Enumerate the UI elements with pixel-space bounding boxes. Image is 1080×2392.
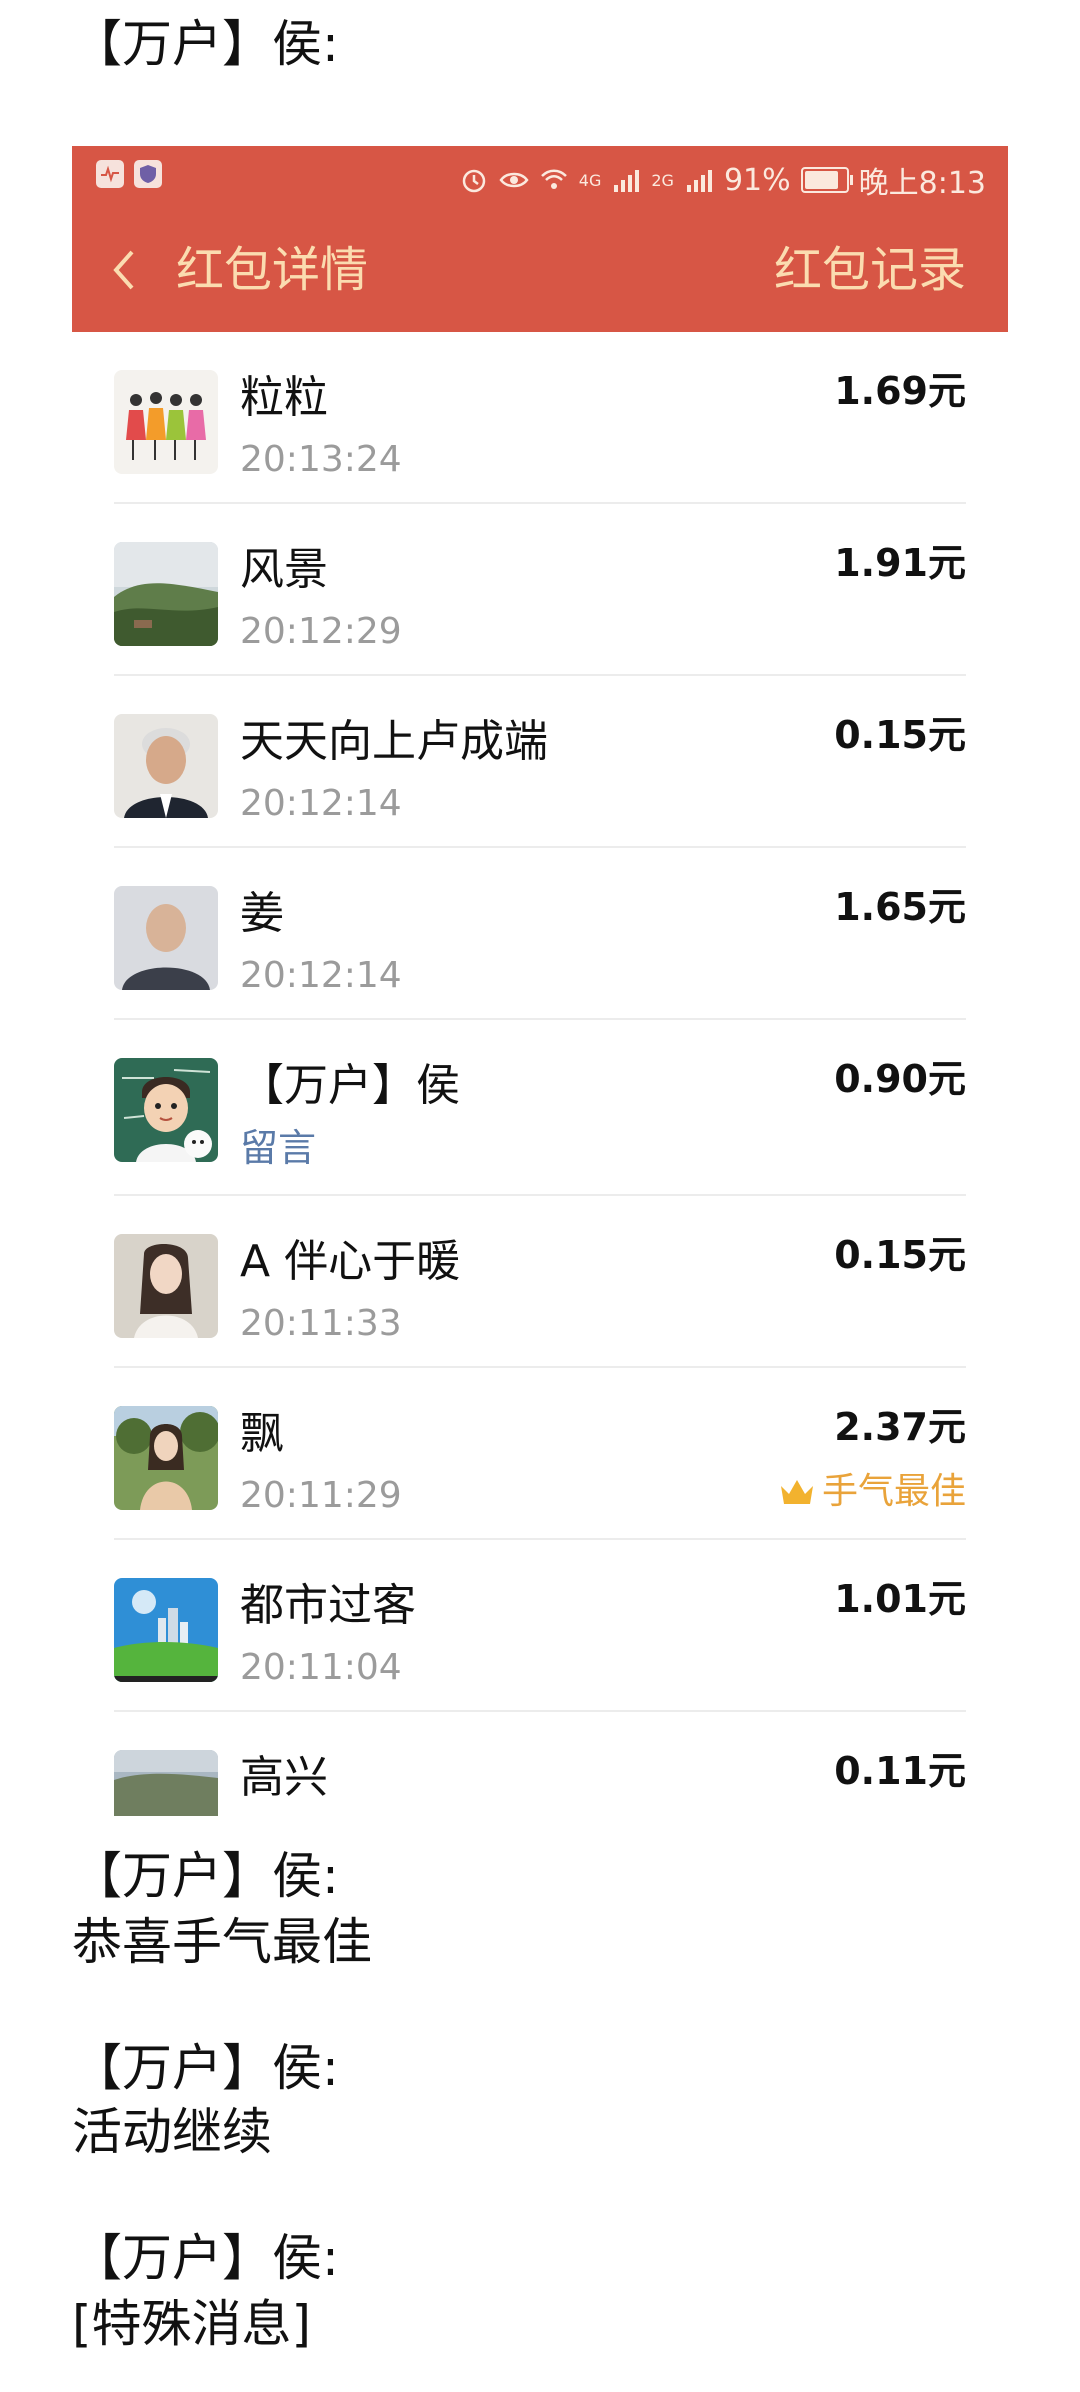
chat-sender: 【万户】侯: bbox=[72, 15, 339, 73]
wifi-icon bbox=[540, 169, 567, 189]
page-title: 红包详情 bbox=[176, 242, 369, 298]
list-item[interactable]: 高兴 0.11元 bbox=[72, 1712, 1008, 1816]
amount: 0.15元 bbox=[834, 713, 966, 757]
network-2g-label: 2G bbox=[651, 170, 674, 190]
status-bar: 4G 2G 91% 晚上8:13 bbox=[72, 146, 1008, 208]
list-item[interactable]: 姜 20:12:14 1.65元 bbox=[72, 848, 1008, 1020]
list-item[interactable]: 风景 20:12:29 1.91元 bbox=[72, 504, 1008, 676]
red-packet-record-button[interactable]: 红包记录 bbox=[774, 240, 966, 300]
eye-icon bbox=[499, 172, 529, 188]
signal-icon bbox=[614, 170, 640, 192]
amount: 2.37元 bbox=[834, 1405, 966, 1449]
list-item[interactable]: 飘 20:11:29 2.37元 手气最佳 bbox=[72, 1368, 1008, 1540]
avatar bbox=[114, 1058, 218, 1162]
avatar bbox=[114, 1750, 218, 1816]
claim-time: 20:12:14 bbox=[240, 783, 402, 824]
user-name: 【万户】侯 bbox=[240, 1060, 460, 1111]
user-name: 天天向上卢成端 bbox=[240, 716, 548, 767]
avatar bbox=[114, 542, 218, 646]
amount: 0.15元 bbox=[834, 1233, 966, 1277]
back-chevron-icon[interactable] bbox=[102, 240, 152, 300]
claim-time: 20:11:33 bbox=[240, 1303, 402, 1344]
user-name: 都市过客 bbox=[240, 1580, 416, 1631]
claim-time: 20:11:04 bbox=[240, 1647, 402, 1688]
list-item[interactable]: 都市过客 20:11:04 1.01元 bbox=[72, 1540, 1008, 1712]
user-name: 高兴 bbox=[240, 1752, 328, 1803]
user-name: 姜 bbox=[240, 888, 284, 939]
clock: 晚上8:13 bbox=[858, 166, 986, 201]
message-author: 【万户】侯: bbox=[72, 1847, 339, 1905]
amount: 0.90元 bbox=[834, 1057, 966, 1101]
header-bar: 红包详情 红包记录 bbox=[72, 208, 1008, 332]
user-name: 粒粒 bbox=[240, 372, 328, 423]
best-luck-label: 手气最佳 bbox=[821, 1471, 966, 1512]
amount: 1.91元 bbox=[834, 541, 966, 585]
user-name: 飘 bbox=[240, 1408, 284, 1459]
message-text: 恭喜手气最佳 bbox=[72, 1913, 372, 1971]
embedded-screenshot[interactable]: 4G 2G 91% 晚上8:13 红包详情 红包记录 粒粒 20:13:24 1… bbox=[72, 146, 1008, 1816]
list-item[interactable]: A 伴心于暖 20:11:33 0.15元 bbox=[72, 1196, 1008, 1368]
claim-time: 20:12:29 bbox=[240, 611, 402, 652]
list-item[interactable]: 天天向上卢成端 20:12:14 0.15元 bbox=[72, 676, 1008, 848]
list-item[interactable]: 粒粒 20:13:24 1.69元 bbox=[72, 332, 1008, 504]
signal-icon bbox=[686, 170, 712, 192]
crown-icon bbox=[780, 1480, 813, 1504]
message-text: 活动继续 bbox=[72, 2103, 272, 2161]
health-app-icon bbox=[96, 160, 124, 188]
user-name: 风景 bbox=[240, 544, 328, 595]
battery-percent: 91% bbox=[723, 162, 791, 198]
avatar bbox=[114, 1578, 218, 1682]
amount: 1.01元 bbox=[834, 1577, 966, 1621]
claim-time: 20:13:24 bbox=[240, 439, 402, 480]
amount: 1.65元 bbox=[834, 885, 966, 929]
avatar bbox=[114, 1234, 218, 1338]
network-4g-label: 4G bbox=[578, 170, 602, 190]
message-author: 【万户】侯: bbox=[72, 2039, 339, 2097]
red-packet-list: 粒粒 20:13:24 1.69元 风景 20:12:29 1.91元 天天向上… bbox=[72, 332, 1008, 1816]
shield-icon bbox=[134, 160, 162, 188]
avatar bbox=[114, 1406, 218, 1510]
battery-icon bbox=[800, 167, 853, 193]
amount: 1.69元 bbox=[834, 369, 966, 413]
message-text: [特殊消息] bbox=[72, 2295, 312, 2353]
user-name: A 伴心于暖 bbox=[240, 1236, 461, 1287]
message-author: 【万户】侯: bbox=[72, 2229, 339, 2287]
avatar bbox=[114, 370, 218, 474]
best-luck-badge: 手气最佳 bbox=[778, 1470, 966, 1514]
claim-time: 20:12:14 bbox=[240, 955, 402, 996]
avatar bbox=[114, 886, 218, 990]
list-item[interactable]: 【万户】侯 留言 0.90元 bbox=[72, 1020, 1008, 1196]
alarm-icon bbox=[462, 169, 486, 193]
avatar bbox=[114, 714, 218, 818]
amount: 0.11元 bbox=[834, 1749, 966, 1793]
claim-time: 20:11:29 bbox=[240, 1475, 402, 1516]
leave-message-link[interactable]: 留言 bbox=[240, 1126, 316, 1170]
